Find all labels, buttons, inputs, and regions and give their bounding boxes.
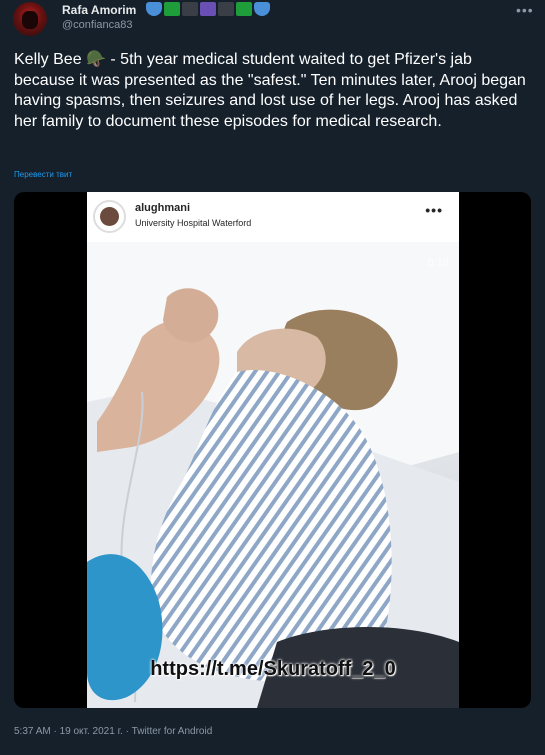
tweet-header: Rafa Amorim @confianca83 ••• — [0, 0, 545, 36]
video-frame[interactable]: 0:19 — [87, 242, 459, 708]
cross-x-icon — [182, 2, 198, 16]
ig-location: University Hospital Waterford — [135, 218, 252, 228]
tweet-media[interactable]: alughmani University Hospital Waterford … — [14, 192, 531, 708]
more-options-icon[interactable]: ••• — [516, 2, 534, 18]
instagram-post: alughmani University Hospital Waterford … — [87, 192, 459, 708]
translate-link[interactable]: Перевести твит — [14, 170, 72, 179]
cross-icon — [200, 2, 216, 16]
author-handle[interactable]: @confianca83 — [62, 19, 133, 31]
cross-x-icon — [218, 2, 234, 16]
ig-avatar — [93, 200, 126, 233]
avatar-figure — [22, 11, 38, 29]
shield-icon — [254, 2, 270, 16]
name-badges — [146, 1, 270, 17]
brazil-flag-icon — [164, 2, 180, 16]
brazil-flag-icon — [236, 2, 252, 16]
ig-username: alughmani — [135, 202, 191, 214]
ig-more-icon: ••• — [425, 202, 443, 218]
watermark-text: https://t.me/Skuratoff_2_0 — [150, 658, 396, 680]
author-avatar[interactable] — [13, 2, 47, 36]
author-name[interactable]: Rafa Amorim — [62, 3, 136, 17]
video-timer: 0:19 — [427, 257, 449, 269]
video-scene — [87, 242, 459, 708]
tweet-text: Kelly Bee 🪖 - 5th year medical student w… — [14, 51, 526, 130]
tweet-meta[interactable]: 5:37 AM · 19 окт. 2021 г. · Twitter for … — [14, 726, 212, 737]
shield-icon — [146, 2, 162, 16]
